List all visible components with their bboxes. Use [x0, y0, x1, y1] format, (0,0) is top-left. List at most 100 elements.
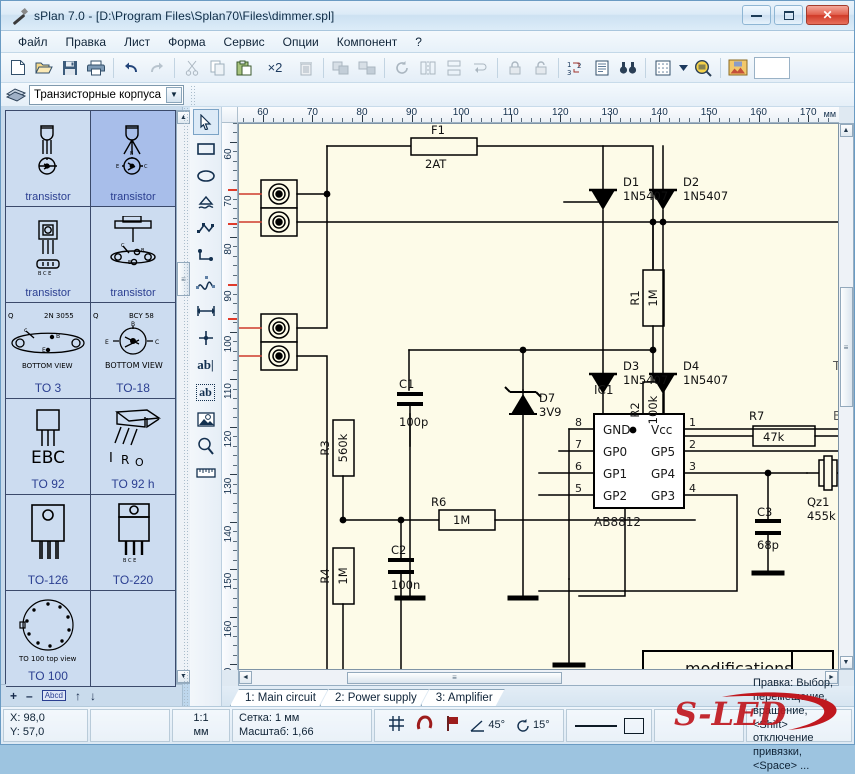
- ruler-tick: [233, 607, 237, 608]
- ruler-tick: [669, 118, 670, 122]
- search-binoculars-icon[interactable]: [615, 55, 641, 81]
- page-preview-icon[interactable]: [725, 55, 751, 81]
- canvas-vertical-scrollbar[interactable]: ▲ ≡ ▼: [839, 123, 854, 670]
- textbox-tool[interactable]: ab: [193, 379, 219, 405]
- menu-item-file[interactable]: Файл: [9, 33, 57, 51]
- menu-item-form[interactable]: Форма: [159, 33, 214, 51]
- svg-text:D3: D3: [623, 359, 639, 373]
- angle-snap-icon[interactable]: 45°: [470, 719, 505, 733]
- zoom-tool[interactable]: [193, 433, 219, 459]
- svg-text:E: E: [42, 347, 46, 354]
- library-move-down-button[interactable]: ↓: [90, 689, 96, 703]
- print-icon[interactable]: [83, 55, 109, 81]
- ruler-tick: [501, 118, 502, 122]
- ruler-label: 80: [356, 107, 367, 118]
- point-tool[interactable]: [193, 325, 219, 351]
- library-book-icon[interactable]: [5, 85, 27, 105]
- canvas-horizontal-scrollbar[interactable]: ◄ ≡ ►: [238, 670, 839, 686]
- ellipse-tool[interactable]: [193, 163, 219, 189]
- minimize-button[interactable]: [742, 5, 771, 25]
- duplicate-x2-icon[interactable]: ×2: [257, 55, 293, 81]
- library-item-to3[interactable]: Q 2N 3055 c B: [6, 303, 91, 399]
- menu-item-help[interactable]: ?: [406, 33, 431, 51]
- svg-text:B: B: [130, 151, 134, 157]
- polygon-tool[interactable]: [193, 190, 219, 216]
- ruler-tick: [233, 655, 237, 656]
- rotate-snap-icon[interactable]: 15°: [516, 719, 550, 733]
- canvas-vscroll-thumb[interactable]: ≡: [840, 287, 853, 407]
- ruler-tick: [233, 256, 237, 257]
- ruler-tool[interactable]: [193, 460, 219, 486]
- menu-item-options[interactable]: Опции: [274, 33, 328, 51]
- save-file-icon[interactable]: [57, 55, 83, 81]
- menu-item-service[interactable]: Сервис: [215, 33, 274, 51]
- library-item-transistor-4[interactable]: C B E transistor: [91, 207, 176, 303]
- grid-dropdown-icon[interactable]: [676, 55, 690, 81]
- library-item-to92h[interactable]: I R O TO 92 h: [91, 399, 176, 495]
- pointer-tool[interactable]: [193, 109, 219, 135]
- menu-item-edit[interactable]: Правка: [57, 33, 116, 51]
- parts-list-icon[interactable]: [589, 55, 615, 81]
- line-style-preview[interactable]: [566, 709, 652, 742]
- library-item-transistor-1[interactable]: transistor: [6, 111, 91, 207]
- workspace: transistor: [1, 107, 854, 706]
- ruler-tick: [233, 360, 237, 361]
- new-file-icon[interactable]: [5, 55, 31, 81]
- close-button[interactable]: ✕: [806, 5, 849, 25]
- canvas-scroll-down-button[interactable]: ▼: [840, 656, 853, 669]
- toolbar-gripper[interactable]: [190, 85, 197, 105]
- line-tool[interactable]: [193, 244, 219, 270]
- tab-amplifier[interactable]: 3: Amplifier: [421, 689, 505, 706]
- panel-splitter[interactable]: [183, 107, 190, 706]
- canvas-hscroll-thumb[interactable]: ≡: [347, 672, 562, 684]
- menu-item-component[interactable]: Компонент: [328, 33, 407, 51]
- library-remove-button[interactable]: –: [26, 689, 33, 703]
- pin-flag-icon[interactable]: [444, 715, 459, 737]
- undo-icon[interactable]: [118, 55, 144, 81]
- library-rename-button[interactable]: Abcd: [42, 690, 66, 701]
- zoom-icon[interactable]: [690, 55, 716, 81]
- library-item-empty[interactable]: [91, 591, 176, 687]
- library-item-to126[interactable]: TO-126: [6, 495, 91, 591]
- open-file-icon[interactable]: [31, 55, 57, 81]
- transistor-to18-symbol: [6, 111, 90, 191]
- rectangle-tool[interactable]: [193, 136, 219, 162]
- image-tool[interactable]: [193, 406, 219, 432]
- ruler-tick: [233, 265, 237, 266]
- schematic-canvas[interactable]: GNDVcc GP0GP5 GP1GP4 GP2GP3 87 65 12 34 …: [238, 123, 839, 670]
- tab-power-supply[interactable]: 2: Power supply: [320, 689, 429, 706]
- redo-icon: [144, 55, 170, 81]
- tab-main-circuit[interactable]: 1: Main circuit: [230, 689, 328, 706]
- ruler-tick: [828, 118, 829, 122]
- canvas-scroll-up-button[interactable]: ▲: [840, 124, 853, 137]
- ruler-label: 150: [223, 573, 234, 590]
- grid-icon[interactable]: [650, 55, 676, 81]
- ruler-tick: [230, 664, 237, 665]
- svg-text:GP2: GP2: [603, 489, 627, 503]
- menu-item-sheet[interactable]: Лист: [115, 33, 159, 51]
- dimension-tool[interactable]: [193, 298, 219, 324]
- library-footer: + – Abcd ↑ ↓: [1, 684, 182, 706]
- library-item-to100[interactable]: TO 100 top view TO 100: [6, 591, 91, 687]
- grid-toggle-icon[interactable]: [388, 715, 405, 737]
- bezier-tool[interactable]: [193, 271, 219, 297]
- polyline-tool[interactable]: [193, 217, 219, 243]
- canvas-scroll-left-button[interactable]: ◄: [239, 671, 252, 684]
- library-select[interactable]: Транзисторные корпуса ▼: [29, 85, 184, 105]
- maximize-button[interactable]: [774, 5, 803, 25]
- paste-icon[interactable]: [231, 55, 257, 81]
- library-item-to92[interactable]: EBC TO 92: [6, 399, 91, 495]
- svg-text:455k: 455k: [807, 509, 836, 523]
- library-item-to18[interactable]: Q BCY 58 B E C: [91, 303, 176, 399]
- chevron-down-icon[interactable]: ▼: [166, 87, 182, 103]
- library-item-transistor-2[interactable]: B E C transistor: [91, 111, 176, 207]
- library-move-up-button[interactable]: ↑: [75, 689, 81, 703]
- library-item-to220[interactable]: B C E TO-220: [91, 495, 176, 591]
- ruler-tick: [392, 118, 393, 122]
- ruler-label: 130: [223, 478, 234, 495]
- text-tool[interactable]: ab|: [193, 352, 219, 378]
- snap-magnet-icon[interactable]: [416, 715, 433, 736]
- numbering-icon[interactable]: 123: [563, 55, 589, 81]
- library-item-transistor-3[interactable]: B C E transistor: [6, 207, 91, 303]
- library-add-button[interactable]: +: [10, 689, 17, 703]
